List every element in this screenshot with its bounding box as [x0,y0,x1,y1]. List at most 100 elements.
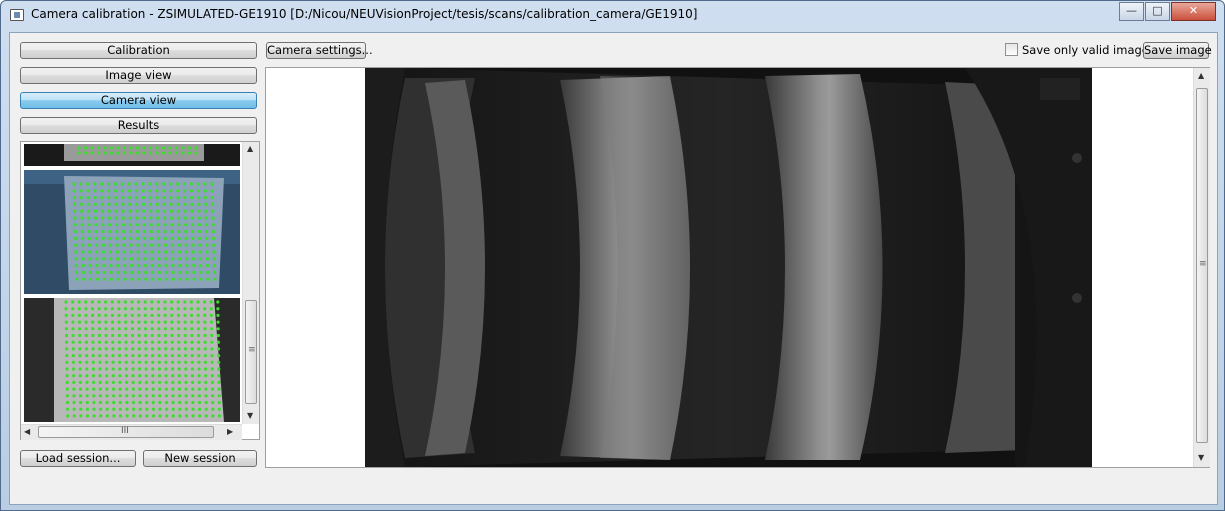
load-session-button[interactable]: Load session... [20,450,136,467]
new-session-button[interactable]: New session [143,450,257,467]
calibration-dot [128,196,132,200]
close-button[interactable]: ✕ [1171,2,1216,21]
calibration-dot [75,277,79,281]
calibration-dot [124,347,128,351]
calibration-dot [163,313,167,317]
calibration-dot [77,146,81,150]
scroll-thumb-horizontal[interactable]: III [38,426,214,438]
calibration-dot [136,236,140,240]
camera-scroll-thumb[interactable]: ≡ [1196,88,1208,443]
calibration-dot [73,202,77,206]
calibration-dot [164,257,168,261]
scroll-right-icon[interactable]: ▶ [227,428,233,436]
results-button[interactable]: Results [20,117,257,134]
calibration-dot [143,307,147,311]
calibration-dot [104,333,108,338]
thumbnail-list[interactable]: ▲ ≡ ▼ ◀ III ▶ [20,141,260,440]
calibration-dot [143,320,148,324]
calibration-dot [85,394,89,398]
calibration-dot [72,387,76,391]
camera-scroll-down-icon[interactable]: ▼ [1198,454,1204,462]
calibration-dot [144,270,148,274]
calibration-dot [170,360,175,364]
calibration-dot [203,313,207,317]
calibration-dot [197,202,201,206]
thumbnail-3[interactable] [24,298,240,422]
calibration-dot [217,360,221,364]
calibration-dot [97,333,102,338]
calibration-dot [204,223,208,227]
thumbnail-horizontal-scrollbar[interactable]: ◀ III ▶ [21,424,242,440]
calibration-dot [183,347,188,351]
calibration-dot [164,250,168,254]
maximize-button[interactable]: □ [1145,2,1170,21]
calibration-dot [177,354,181,358]
calibration-dot [131,340,135,344]
calibration-dot [197,387,201,391]
camera-scroll-up-icon[interactable]: ▲ [1198,72,1204,80]
calibration-dot [192,270,196,274]
calibration-dot [144,374,148,378]
calibration-dot [150,333,154,338]
calibration-dot [204,400,208,405]
calibration-dot [136,243,140,247]
thumbnail-2[interactable] [24,170,240,294]
calibration-dot [184,250,188,254]
calibration-dot [196,320,200,324]
scroll-left-icon[interactable]: ◀ [24,428,30,436]
calibration-dot [97,307,101,311]
calibration-dot [128,223,132,227]
scroll-thumb[interactable]: ≡ [245,300,257,404]
calibration-dot [210,189,214,193]
calibration-dot [131,374,135,378]
calibration-dot [121,196,125,200]
calibration-dot [92,400,96,405]
title-bar: Camera calibration - ZSIMULATED-GE1910 [… [1,1,1224,29]
scroll-down-icon[interactable]: ▼ [247,412,253,420]
calibration-dot [143,300,147,304]
save-image-button[interactable]: Save image [1143,42,1212,59]
calibration-dot [141,189,145,193]
calibration-dot [79,196,83,200]
calibration-dot [197,340,201,344]
camera-view-button[interactable]: Camera view [20,92,257,109]
calibration-dot [77,151,81,155]
calibration-dot [91,360,95,364]
calibration-dot [204,407,208,411]
thumbnail-vertical-scrollbar[interactable]: ▲ ≡ ▼ [242,142,259,424]
calibration-dot [84,313,88,317]
calibration-dot [64,333,69,338]
calibration-dot [204,380,208,384]
calibration-dot [65,340,69,344]
calibration-dot [95,250,99,254]
calibration-dot [80,223,84,227]
calibration-dot [129,243,133,247]
calibration-dot [121,202,125,206]
minimize-button[interactable]: — [1119,2,1144,21]
calibration-dot [157,367,161,371]
calibration-dot [171,380,175,384]
calibration-dot [174,151,179,155]
scroll-up-icon[interactable]: ▲ [247,145,253,153]
camera-settings-button[interactable]: Camera settings... [266,42,373,59]
calibration-dot [98,367,102,371]
calibration-dot [171,414,175,418]
calibration-dot [184,387,188,391]
image-view-button[interactable]: Image view [20,67,257,84]
calibration-dot [141,196,145,200]
calibration-dot [85,360,89,364]
save-only-valid-checkbox[interactable] [1005,43,1018,56]
calibration-dot [155,151,159,155]
camera-view-vertical-scrollbar[interactable]: ▲ ≡ ▼ [1193,68,1210,467]
calibration-dot [198,250,202,254]
calibration-button[interactable]: Calibration [20,42,257,59]
calibration-dot [170,243,174,247]
calibration-dot [124,367,128,371]
calibration-dot [115,223,119,227]
calibration-dot [145,400,149,405]
calibration-dot [107,202,111,206]
thumbnail-1[interactable] [24,144,240,166]
thumbnail-1-image [24,144,240,166]
calibration-dot [156,307,161,311]
calibration-dot [165,407,169,411]
